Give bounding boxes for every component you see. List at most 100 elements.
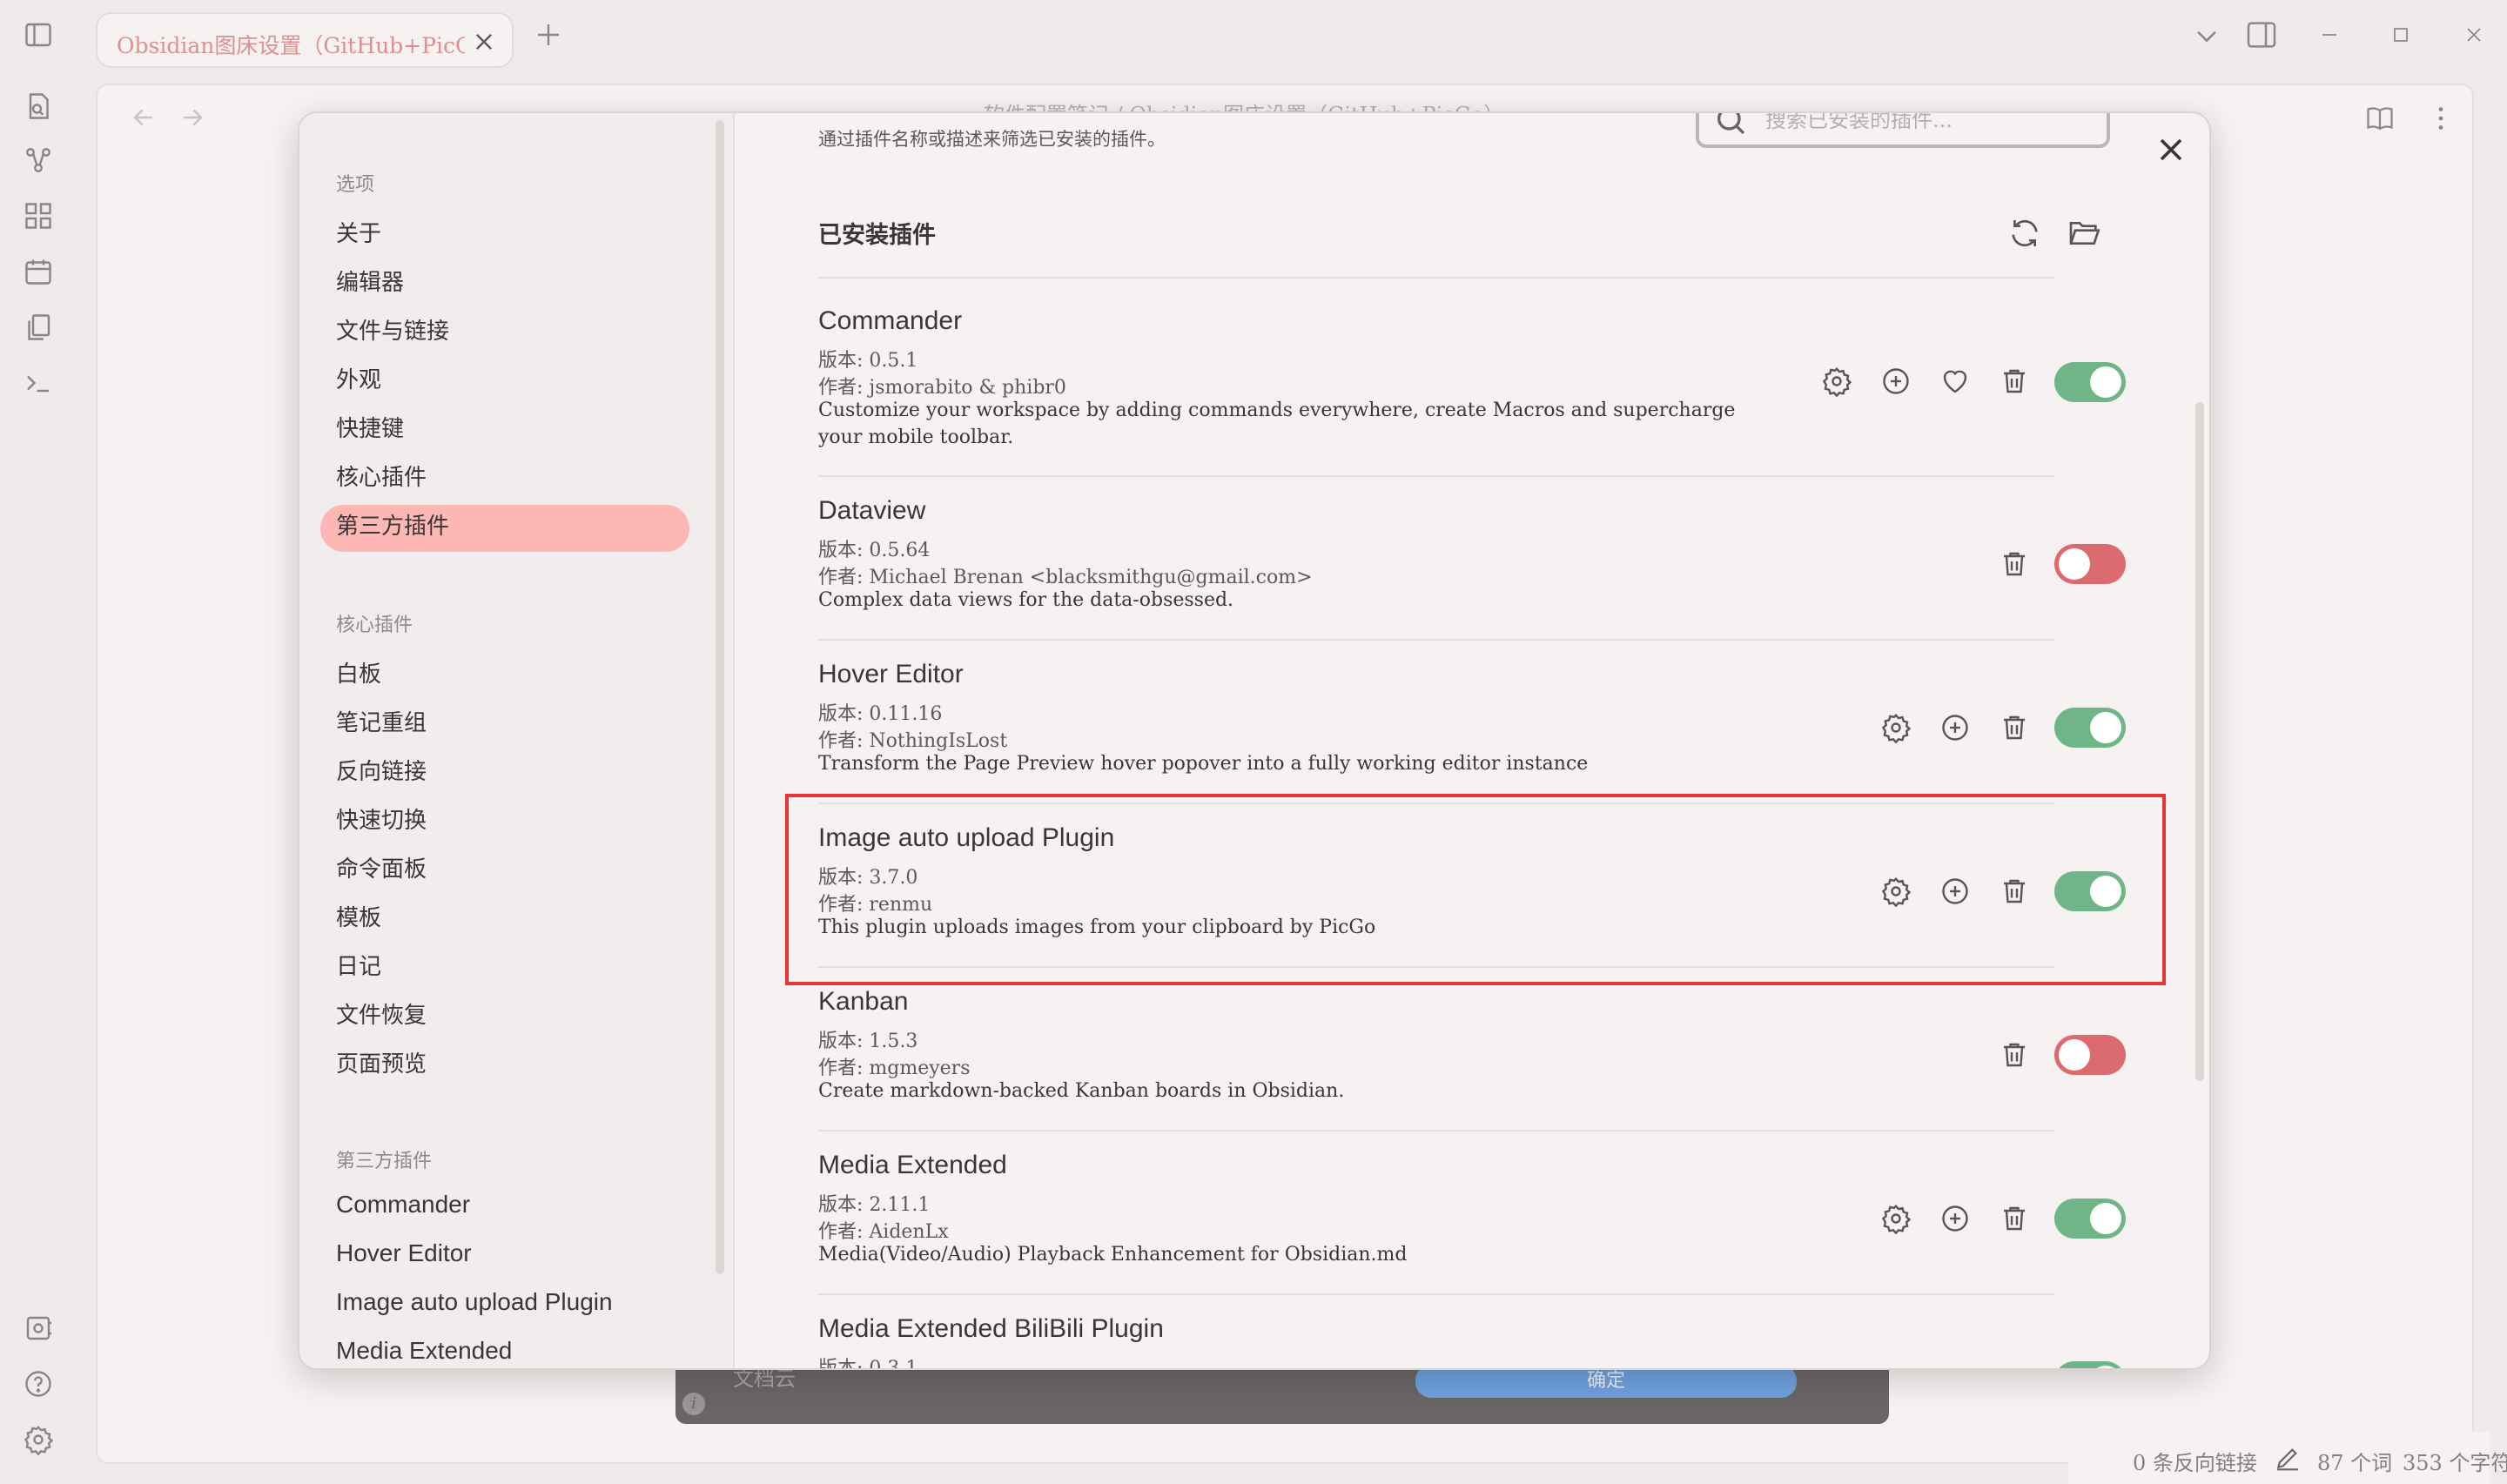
plugin-hotkeys-plus-circle-icon[interactable] [1939,712,1971,743]
edit-pencil-icon[interactable] [2274,1444,2302,1472]
plugin-name: Dataview [818,496,926,525]
sidebar-item-editor[interactable]: 编辑器 [336,265,404,297]
vault-switcher-icon[interactable] [23,1313,54,1344]
sidebar-item-canvas[interactable]: 白板 [336,656,381,688]
plugin-version: 版本: 0.5.64 [818,540,931,561]
plugin-options-gear-icon[interactable] [1880,712,1912,743]
plugin-uninstall-trash-icon[interactable] [1999,366,2030,397]
options-heading: 选项 [336,174,375,196]
sidebar-item-quick-switcher[interactable]: 快速切换 [336,802,427,835]
plugin-author: 作者: Michael Brenan <blacksmithgu@gmail.c… [818,567,1313,588]
graph-view-icon[interactable] [23,144,54,176]
plugin-search-input[interactable] [1765,113,2096,136]
divider [818,277,2054,279]
open-quick-switcher-icon[interactable] [23,91,54,122]
plugin-description: Customize your workspace by adding comma… [818,400,1736,448]
plugin-enable-toggle[interactable] [2054,362,2126,402]
content-scrollbar[interactable] [2195,402,2204,1081]
divider [818,639,2054,641]
right-sidebar-toggle-icon[interactable] [2244,17,2279,52]
plugin-version: 版本: 1.5.3 [818,1031,918,1052]
settings-modal: 选项 关于 编辑器 文件与链接 外观 快捷键 核心插件 第三方插件 核心插件 白… [298,111,2211,1370]
settings-gear-icon[interactable] [23,1424,54,1455]
sidebar-item-note-composer[interactable]: 笔记重组 [336,705,427,737]
plugin-version: 版本: 0.3.1 [818,1358,918,1370]
calendar-icon[interactable] [23,256,54,287]
plugin-search-box[interactable] [1696,113,2110,148]
command-palette-icon[interactable] [23,367,54,399]
sidebar-item-core-plugins[interactable]: 核心插件 [336,460,427,492]
sidebar-item-hotkeys[interactable]: 快捷键 [336,411,404,443]
plugin-uninstall-trash-icon[interactable] [1999,712,2030,743]
sidebar-item-appearance[interactable]: 外观 [336,362,381,394]
plugin-uninstall-trash-icon[interactable] [1999,1203,2030,1234]
plugin-name: Media Extended BiliBili Plugin [818,1314,1164,1343]
canvas-icon[interactable] [23,200,54,232]
tab-title: Obsidian图床设置（GitHub+PicGo… [117,33,465,58]
sidebar-item-community-plugins[interactable]: 第三方插件 [336,508,449,541]
plugin-donate-heart-icon[interactable] [1939,366,1971,397]
plugin-author: 作者: mgmeyers [818,1058,971,1079]
plugin-name: Commander [818,306,963,335]
sidebar-item-image-auto-upload[interactable]: Image auto upload Plugin [336,1288,613,1316]
plugin-uninstall-trash-icon[interactable] [1999,1365,2030,1368]
tab-bar: Obsidian图床设置（GitHub+PicGo… [84,0,2507,77]
nav-back-arrow-icon[interactable] [129,103,158,132]
help-icon[interactable] [23,1368,54,1400]
plugin-version: 版本: 2.11.1 [818,1194,931,1216]
plugin-row-kanban: Kanban 版本: 1.5.3 作者: mgmeyers Create mar… [818,987,2126,1109]
plugin-row-media-extended-bilibili: Media Extended BiliBili Plugin 版本: 0.3.1 [818,1314,2126,1370]
reload-plugins-icon[interactable] [2007,216,2042,251]
modal-close-icon[interactable] [2152,131,2190,169]
left-ribbon [0,0,84,1484]
window-maximize-icon[interactable] [2389,23,2413,47]
divider [818,1293,2054,1295]
plugin-options-gear-icon[interactable] [1821,366,1852,397]
plugin-enable-toggle[interactable] [2054,1199,2126,1239]
plugin-enable-toggle[interactable] [2054,544,2126,584]
status-backlinks[interactable]: 0 条反向链接 [2133,1446,2257,1476]
open-plugins-folder-icon[interactable] [2067,216,2101,251]
plugin-description: Complex data views for the data-obsessed… [818,589,1234,611]
nav-forward-arrow-icon[interactable] [178,103,207,132]
divider [818,1130,2054,1131]
plugin-version: 版本: 0.11.16 [818,703,943,725]
plugin-uninstall-trash-icon[interactable] [1999,1039,2030,1071]
plugin-author: 作者: NothingIsLost [818,730,1008,752]
plugin-hotkeys-plus-circle-icon[interactable] [1939,1203,1971,1234]
sidebar-item-command-palette[interactable]: 命令面板 [336,851,427,883]
templates-icon[interactable] [23,312,54,343]
sidebar-item-daily-notes[interactable]: 日记 [336,949,381,981]
filter-description: 通过插件名称或描述来筛选已安装的插件。 [818,129,1166,150]
annotation-highlight-box [785,794,2166,985]
sidebar-item-backlinks[interactable]: 反向链接 [336,754,427,786]
tab-close-icon[interactable] [472,30,496,54]
plugin-options-gear-icon[interactable] [1880,1203,1912,1234]
sidebar-item-about[interactable]: 关于 [336,216,381,248]
tab-active[interactable]: Obsidian图床设置（GitHub+PicGo… [96,12,514,68]
sidebar-item-media-extended[interactable]: Media Extended [336,1337,512,1365]
new-tab-icon[interactable] [533,19,564,50]
sidebar-item-templates[interactable]: 模板 [336,900,381,932]
plugin-uninstall-trash-icon[interactable] [1999,548,2030,580]
window-minimize-icon[interactable] [2317,23,2342,47]
settings-sidebar: 选项 关于 编辑器 文件与链接 外观 快捷键 核心插件 第三方插件 核心插件 白… [299,113,735,1368]
core-plugins-heading: 核心插件 [336,614,413,636]
sidebar-item-files-links[interactable]: 文件与链接 [336,313,449,346]
sidebar-item-page-preview[interactable]: 页面预览 [336,1046,427,1078]
reading-view-book-icon[interactable] [2364,103,2396,134]
plugin-enable-toggle[interactable] [2054,1361,2126,1368]
plugin-name: Hover Editor [818,660,964,688]
window-close-icon[interactable] [2462,23,2486,47]
installed-plugins-title: 已安装插件 [818,222,936,249]
tab-list-chevron-down-icon[interactable] [2192,21,2221,50]
plugin-enable-toggle[interactable] [2054,708,2126,748]
sidebar-item-file-recovery[interactable]: 文件恢复 [336,997,427,1030]
more-options-icon[interactable] [2425,103,2457,134]
sidebar-item-commander[interactable]: Commander [336,1191,470,1219]
sidebar-toggle-icon[interactable] [23,19,54,50]
plugin-enable-toggle[interactable] [2054,1035,2126,1075]
sidebar-scrollbar[interactable] [716,120,724,1274]
plugin-hotkeys-plus-circle-icon[interactable] [1880,366,1912,397]
sidebar-item-hover-editor[interactable]: Hover Editor [336,1239,472,1267]
